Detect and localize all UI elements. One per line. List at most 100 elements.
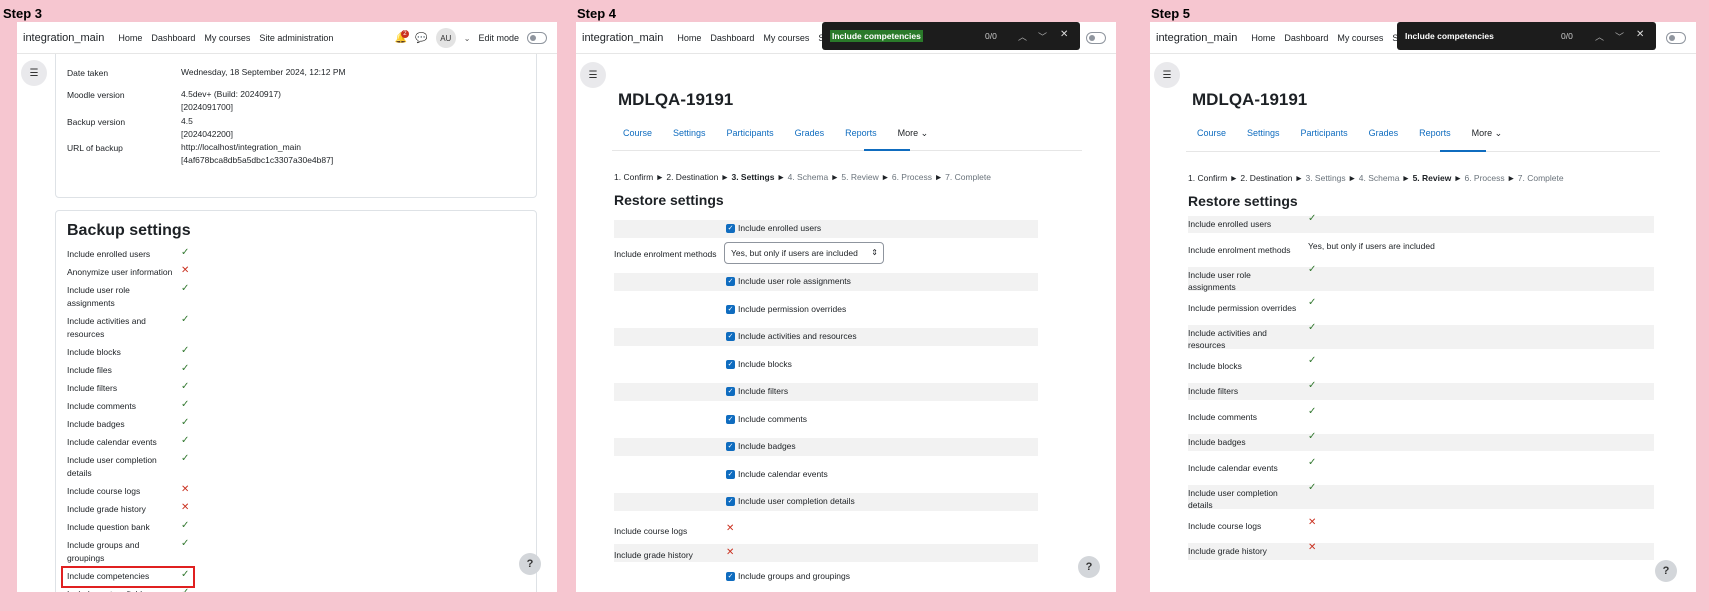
tabs-divider <box>612 150 1082 151</box>
user-avatar[interactable]: AU <box>435 28 456 48</box>
nav-dashboard[interactable]: Dashboard <box>151 33 195 43</box>
checkbox-checked[interactable]: ✓ <box>726 332 735 341</box>
checkbox-checked[interactable]: ✓ <box>726 277 735 286</box>
edit-mode-toggle[interactable] <box>1666 32 1686 44</box>
notifications-bell-icon[interactable]: 🔔 2 <box>395 29 409 44</box>
nav-dashboard[interactable]: Dashboard <box>710 33 754 43</box>
tab-participants[interactable]: Participants <box>727 128 783 139</box>
check-icon: ✓ <box>1308 322 1317 333</box>
step3-panel: ModeAsynchronousDate takenWednesday, 18 … <box>17 22 557 592</box>
tab-reports[interactable]: Reports <box>1419 128 1460 139</box>
nav-dashboard[interactable]: Dashboard <box>1284 33 1328 43</box>
nav-home[interactable]: Home <box>1251 33 1275 43</box>
cross-icon: ✕ <box>726 522 735 534</box>
edit-mode-toggle[interactable] <box>527 32 547 44</box>
tab-settings[interactable]: Settings <box>673 128 715 139</box>
nav-home[interactable]: Home <box>118 33 142 43</box>
course-index-drawer-icon[interactable]: ☰ <box>21 60 47 86</box>
review-row <box>1188 434 1654 451</box>
find-input[interactable]: Include competencies <box>830 30 923 42</box>
stepper-arrow-icon: ► <box>878 172 892 182</box>
chevron-down-icon[interactable]: ⌄ <box>464 34 471 43</box>
nav-my-courses[interactable]: My courses <box>763 33 809 43</box>
check-icon: ✓ <box>181 399 190 410</box>
site-brand[interactable]: integration_main <box>1156 32 1237 44</box>
find-bar: Include competencies 0/0 ︿ ﹀ ✕ <box>1397 22 1656 50</box>
site-brand[interactable]: integration_main <box>582 32 663 44</box>
review-label: Include user role <box>1188 270 1251 280</box>
checkbox-checked[interactable]: ✓ <box>726 359 735 369</box>
checkbox-checked[interactable]: ✓ <box>726 387 735 396</box>
checkbox-checked[interactable]: ✓ <box>726 571 735 581</box>
find-input[interactable]: Include competencies <box>1405 31 1494 41</box>
detail-label: Date taken <box>67 68 109 78</box>
tab-more[interactable]: More ⌄ <box>1472 128 1503 139</box>
step5-panel: integration_main Home Dashboard My cours… <box>1150 22 1696 592</box>
check-icon: ✓ <box>1308 264 1317 275</box>
backup-setting-label: Include user completion <box>67 455 157 465</box>
find-next-icon[interactable]: ﹀ <box>1615 30 1624 43</box>
checkbox-checked[interactable]: ✓ <box>726 304 735 314</box>
find-count: 0/0 <box>1561 31 1573 41</box>
stepper-step: 4. Schema <box>1358 173 1400 183</box>
help-button[interactable]: ? <box>1655 560 1677 582</box>
nav-site-admin[interactable]: Site administration <box>259 33 333 43</box>
tab-grades[interactable]: Grades <box>1369 128 1408 139</box>
review-label: Include permission overrides <box>1188 302 1297 313</box>
check-icon: ✓ <box>181 247 190 258</box>
backup-setting-label: Anonymize user information <box>67 267 173 277</box>
stepper-step: 3. Settings <box>1305 173 1346 183</box>
tab-more[interactable]: More ⌄ <box>898 128 929 139</box>
tab-course[interactable]: Course <box>623 128 661 139</box>
find-previous-icon[interactable]: ︿ <box>1018 30 1027 43</box>
messages-icon[interactable]: 💬 <box>415 33 427 44</box>
nav-home[interactable]: Home <box>677 33 701 43</box>
find-close-icon[interactable]: ✕ <box>1060 29 1068 40</box>
course-index-drawer-icon[interactable]: ☰ <box>1154 62 1180 88</box>
tab-grades[interactable]: Grades <box>795 128 834 139</box>
backup-setting-label: Include groups and <box>67 540 140 550</box>
review-label: Include badges <box>1188 437 1246 447</box>
navbar: integration_main Home Dashboard My cours… <box>17 22 557 54</box>
checkbox-checked[interactable]: ✓ <box>726 224 735 233</box>
site-brand[interactable]: integration_main <box>23 32 104 44</box>
find-close-icon[interactable]: ✕ <box>1636 29 1644 40</box>
tab-course[interactable]: Course <box>1197 128 1235 139</box>
nav-my-courses[interactable]: My courses <box>1337 33 1383 43</box>
nav-my-courses[interactable]: My courses <box>204 33 250 43</box>
review-row <box>1188 383 1654 400</box>
checkbox-checked[interactable]: ✓ <box>726 414 735 424</box>
backup-setting-label: Include badges <box>67 419 125 429</box>
tab-reports[interactable]: Reports <box>845 128 886 139</box>
backup-setting-label: Include custom fields <box>67 588 146 592</box>
stepper-step: 6. Process <box>891 172 933 182</box>
find-next-icon[interactable]: ﹀ <box>1038 30 1047 43</box>
edit-mode-label: Edit mode <box>478 33 519 43</box>
checkbox-label: Include blocks <box>738 358 792 369</box>
detail-value-extra: [2024091700] <box>181 102 233 112</box>
stepper-arrow-icon: ► <box>1227 173 1241 183</box>
checkbox-checked[interactable]: ✓ <box>726 469 735 479</box>
find-previous-icon[interactable]: ︿ <box>1595 30 1604 43</box>
checkbox-checked[interactable]: ✓ <box>726 497 735 506</box>
help-button[interactable]: ? <box>1078 556 1100 578</box>
review-label: Include comments <box>1188 411 1257 422</box>
checkbox-label: Include calendar events <box>738 468 828 479</box>
edit-mode-toggle[interactable] <box>1086 32 1106 44</box>
tab-participants[interactable]: Participants <box>1301 128 1357 139</box>
help-button[interactable]: ? <box>519 553 541 575</box>
detail-label: Backup version <box>67 117 126 127</box>
review-label: Include calendar events <box>1188 462 1278 473</box>
check-icon: ✓ <box>1308 296 1317 308</box>
backup-setting-label: Include user role <box>67 285 130 295</box>
course-index-drawer-icon[interactable]: ☰ <box>580 62 606 88</box>
enrolment-methods-select[interactable]: Yes, but only if users are included ⇕ <box>724 242 884 264</box>
check-icon: ✓ <box>1308 354 1317 366</box>
tab-settings[interactable]: Settings <box>1247 128 1289 139</box>
backup-details-area: ModeAsynchronousDate takenWednesday, 18 … <box>17 22 557 592</box>
stepper-step: 2. Destination <box>666 172 719 182</box>
checkbox-checked[interactable]: ✓ <box>726 442 735 451</box>
tab-more-label: More <box>1471 128 1493 138</box>
check-icon: ✓ <box>181 381 190 392</box>
review-label: Include grade history <box>1188 546 1267 556</box>
